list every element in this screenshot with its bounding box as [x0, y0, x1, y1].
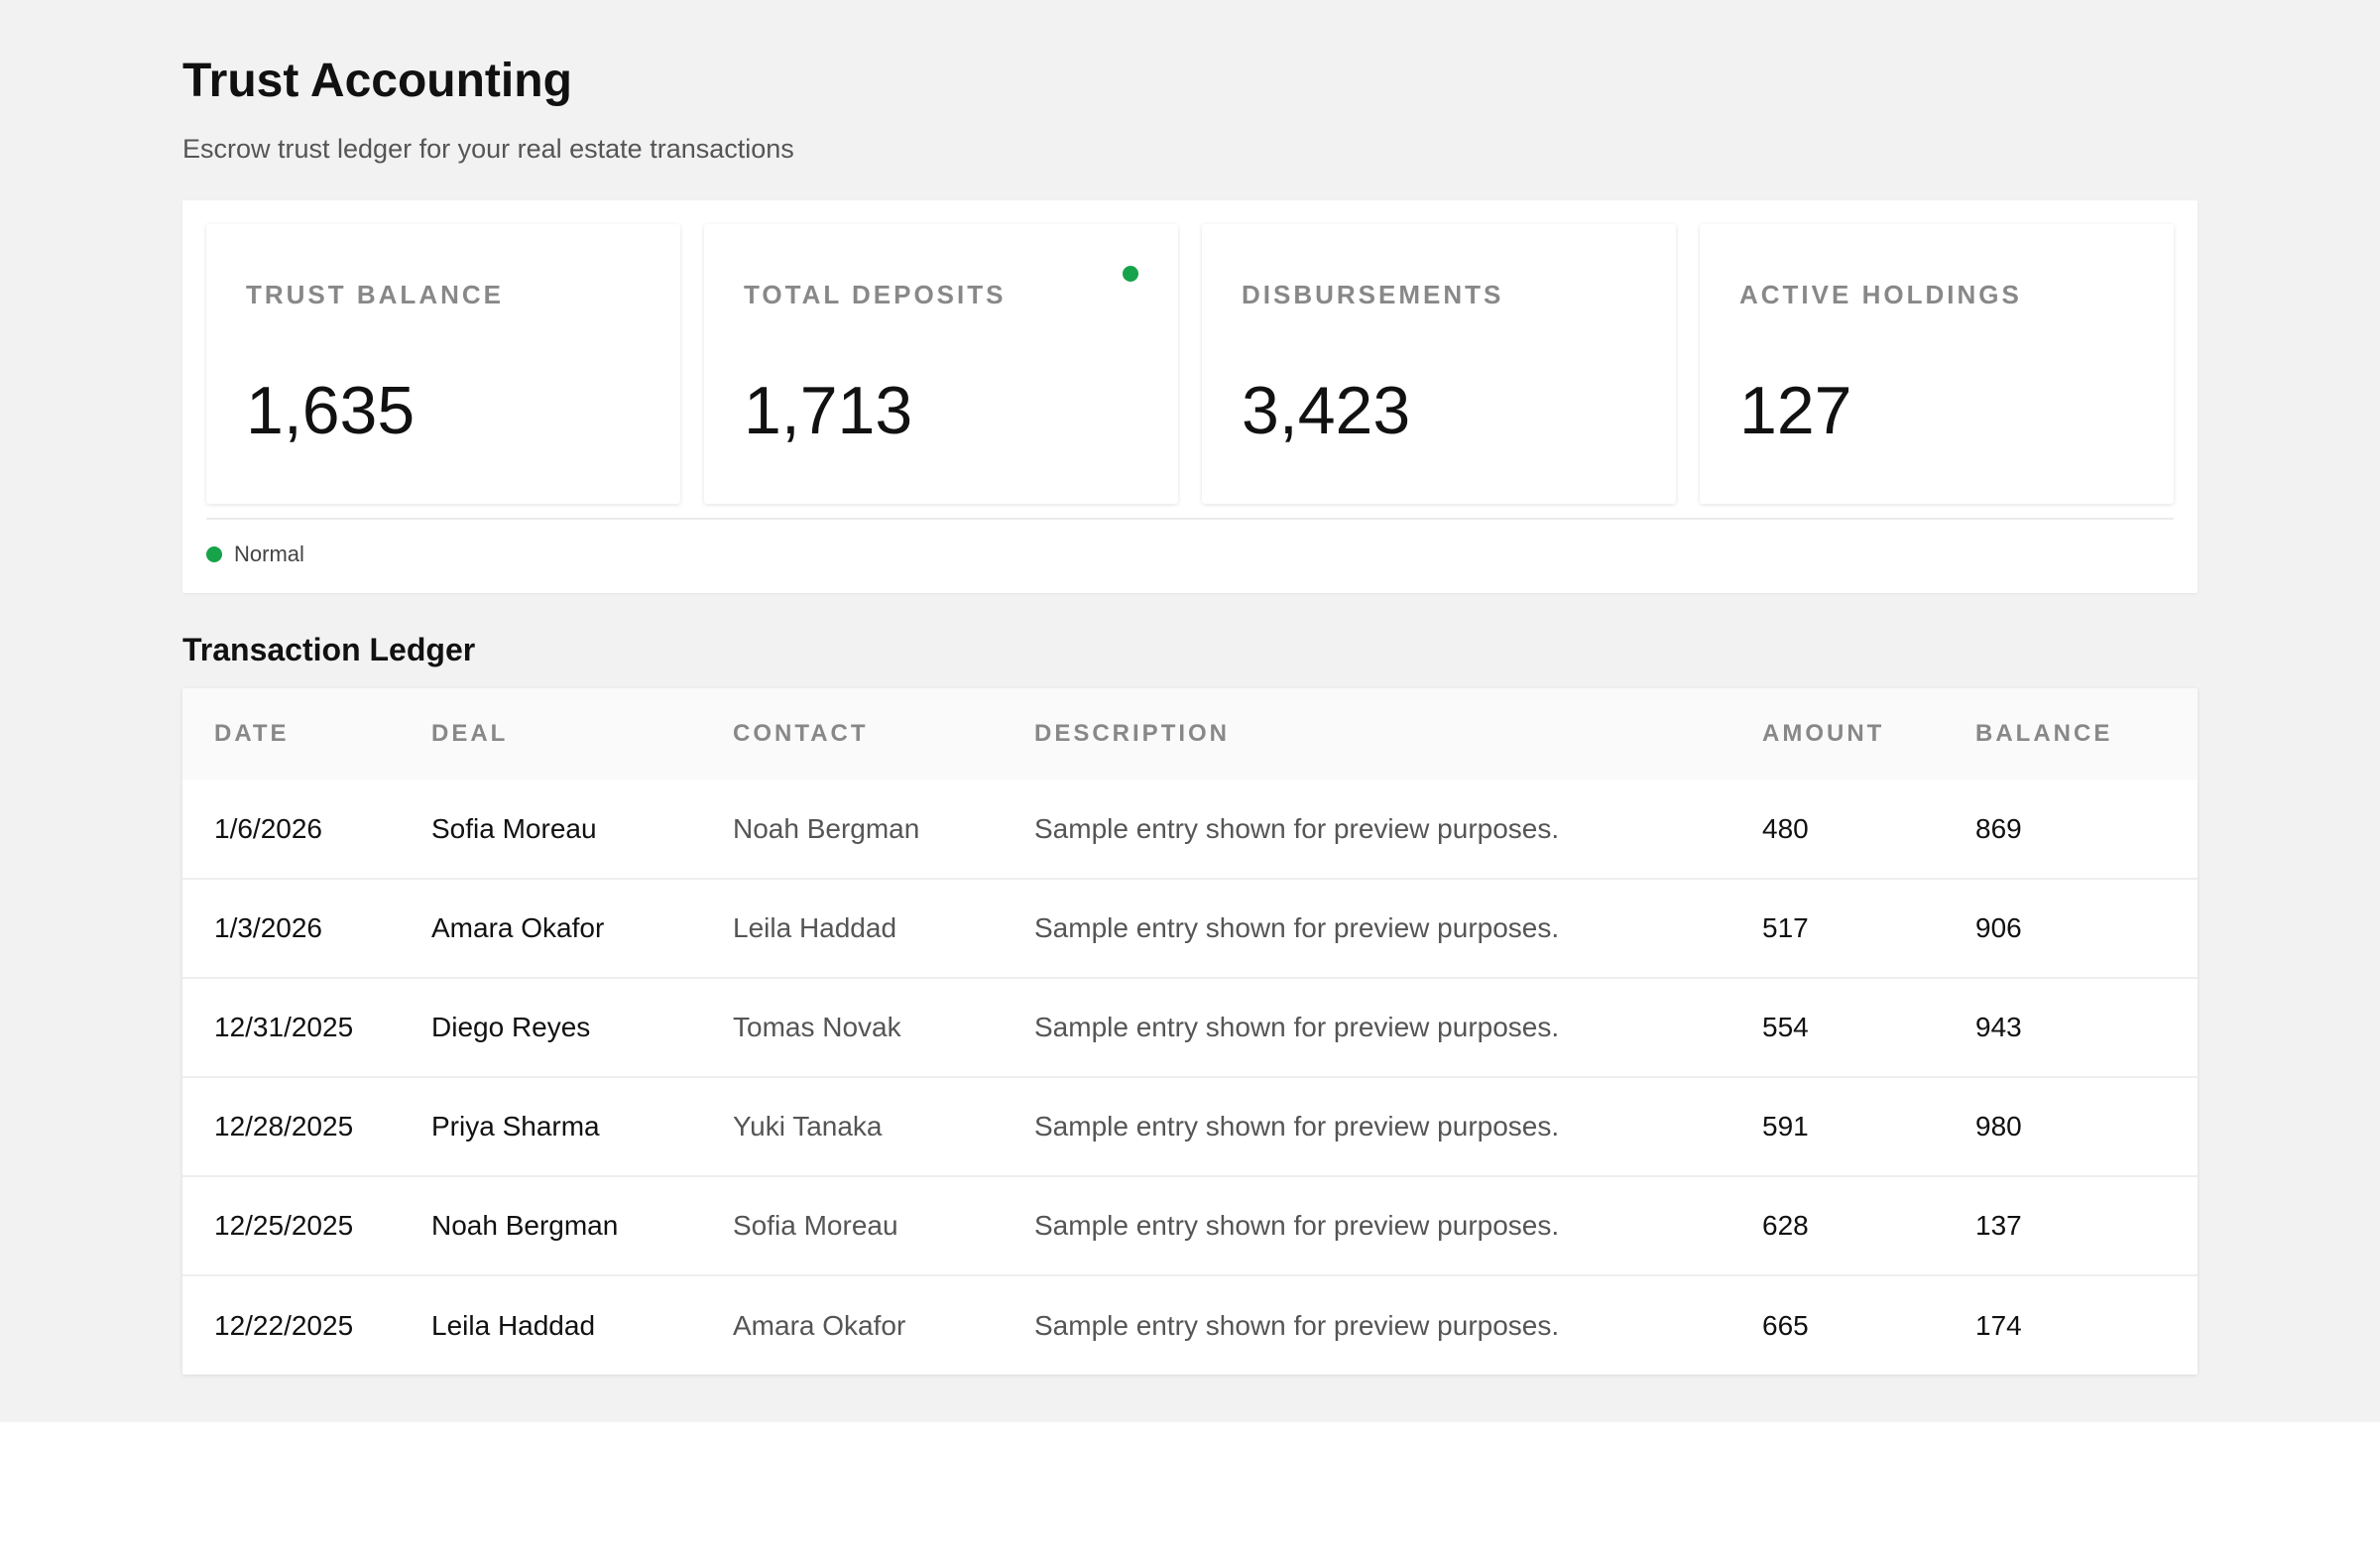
cell-amount: 591	[1762, 1111, 1809, 1142]
cell-balance: 174	[1975, 1309, 2022, 1341]
table-row[interactable]: 12/31/2025 Diego Reyes Tomas Novak Sampl…	[182, 978, 2198, 1077]
cell-amount: 665	[1762, 1309, 1809, 1341]
page-subtitle: Escrow trust ledger for your real estate…	[182, 134, 794, 164]
table-row[interactable]: 12/22/2025 Leila Haddad Amara Okafor Sam…	[182, 1275, 2198, 1375]
cell-description: Sample entry shown for preview purposes.	[1034, 1309, 1560, 1341]
cell-deal: Leila Haddad	[431, 1309, 596, 1341]
stats-panel: TRUST BALANCE 1,635 TOTAL DEPOSITS 1,713…	[182, 200, 2198, 593]
stat-value: 127	[1739, 373, 1852, 448]
column-header-date[interactable]: DATE	[182, 688, 431, 780]
cell-contact: Leila Haddad	[733, 912, 897, 943]
cell-balance: 980	[1975, 1111, 2022, 1142]
cell-date: 12/25/2025	[214, 1210, 354, 1241]
table-row[interactable]: 1/6/2026 Sofia Moreau Noah Bergman Sampl…	[182, 780, 2198, 879]
status-legend: Normal	[206, 538, 304, 571]
cell-description: Sample entry shown for preview purposes.	[1034, 1111, 1560, 1142]
cell-contact: Tomas Novak	[733, 1012, 901, 1042]
transaction-ledger-table: DATE DEAL CONTACT DESCRIPTION AMOUNT BAL…	[182, 688, 2198, 1375]
cell-date: 12/22/2025	[214, 1309, 354, 1341]
stat-card-total-deposits: TOTAL DEPOSITS 1,713	[704, 224, 1178, 504]
table-row[interactable]: 12/28/2025 Priya Sharma Yuki Tanaka Samp…	[182, 1077, 2198, 1176]
cell-description: Sample entry shown for preview purposes.	[1034, 912, 1560, 943]
cell-description: Sample entry shown for preview purposes.	[1034, 812, 1560, 844]
stat-card-trust-balance: TRUST BALANCE 1,635	[206, 224, 680, 504]
column-header-balance[interactable]: BALANCE	[1975, 688, 2198, 780]
stat-value: 1,713	[744, 373, 913, 448]
column-header-amount[interactable]: AMOUNT	[1762, 688, 1975, 780]
column-header-deal[interactable]: DEAL	[431, 688, 733, 780]
cell-amount: 480	[1762, 812, 1809, 844]
cell-balance: 869	[1975, 812, 2022, 844]
column-header-contact[interactable]: CONTACT	[733, 688, 1034, 780]
cell-contact: Yuki Tanaka	[733, 1111, 883, 1142]
table-row[interactable]: 12/25/2025 Noah Bergman Sofia Moreau Sam…	[182, 1176, 2198, 1275]
cell-date: 12/31/2025	[214, 1012, 354, 1042]
status-dot-icon	[206, 546, 222, 562]
table-row[interactable]: 1/3/2026 Amara Okafor Leila Haddad Sampl…	[182, 879, 2198, 978]
cell-deal: Noah Bergman	[431, 1210, 619, 1241]
status-dot-icon	[1123, 266, 1138, 282]
cell-description: Sample entry shown for preview purposes.	[1034, 1210, 1560, 1241]
legend-label: Normal	[234, 541, 304, 566]
cell-contact: Amara Okafor	[733, 1309, 906, 1341]
cell-contact: Sofia Moreau	[733, 1210, 898, 1241]
cell-deal: Amara Okafor	[431, 912, 605, 943]
cell-deal: Priya Sharma	[431, 1111, 600, 1142]
stat-value: 1,635	[246, 373, 416, 448]
cell-balance: 906	[1975, 912, 2022, 943]
stat-label: DISBURSEMENTS	[1242, 280, 1504, 309]
stat-label: TRUST BALANCE	[246, 280, 504, 309]
page-title: Trust Accounting	[182, 55, 572, 107]
stat-label: ACTIVE HOLDINGS	[1739, 280, 2022, 309]
stat-value: 3,423	[1242, 373, 1411, 448]
table-header-row: DATE DEAL CONTACT DESCRIPTION AMOUNT BAL…	[182, 688, 2198, 780]
stat-card-active-holdings: ACTIVE HOLDINGS 127	[1700, 224, 2174, 504]
cell-amount: 517	[1762, 912, 1809, 943]
cell-deal: Sofia Moreau	[431, 812, 597, 844]
cell-balance: 137	[1975, 1210, 2022, 1241]
cell-date: 1/3/2026	[214, 912, 322, 943]
cell-contact: Noah Bergman	[733, 812, 920, 844]
cell-date: 12/28/2025	[214, 1111, 354, 1142]
panel-divider	[206, 518, 2174, 520]
stat-card-disbursements: DISBURSEMENTS 3,423	[1202, 224, 1676, 504]
cell-amount: 628	[1762, 1210, 1809, 1241]
cell-balance: 943	[1975, 1012, 2022, 1042]
cell-date: 1/6/2026	[214, 812, 322, 844]
stat-label: TOTAL DEPOSITS	[744, 280, 1007, 309]
cell-deal: Diego Reyes	[431, 1012, 591, 1042]
section-title-transaction-ledger: Transaction Ledger	[182, 632, 476, 667]
cell-amount: 554	[1762, 1012, 1809, 1042]
cell-description: Sample entry shown for preview purposes.	[1034, 1012, 1560, 1042]
column-header-description[interactable]: DESCRIPTION	[1034, 688, 1762, 780]
